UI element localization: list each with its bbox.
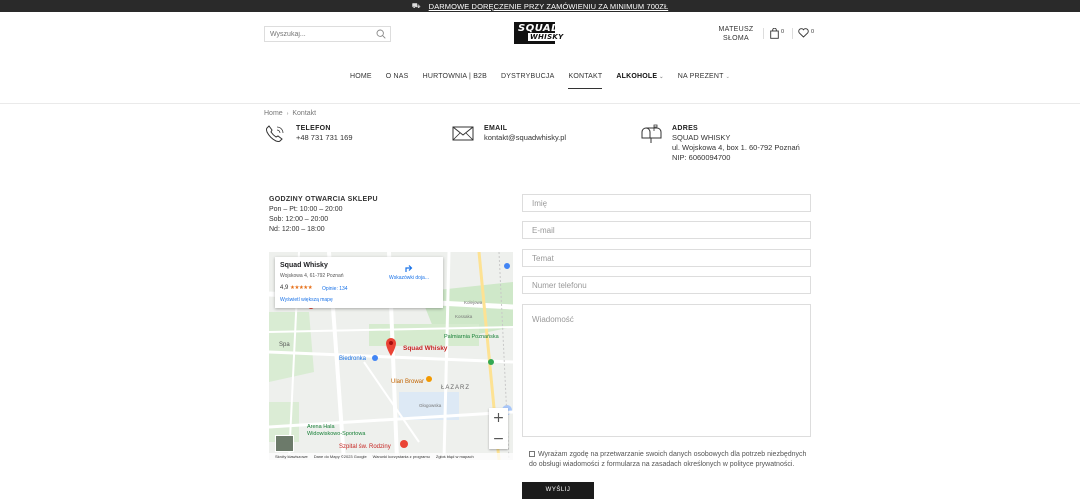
phone-field[interactable]: Numer telefonu — [522, 276, 811, 294]
breadcrumb: Home › Kontakt — [264, 110, 316, 117]
hours-saturday: Sob: 12:00 – 20:00 — [269, 216, 329, 223]
map-footer-terms[interactable]: Warunki korzystania z programu — [373, 454, 430, 459]
chevron-down-icon: ⌄ — [659, 74, 664, 80]
address-nip: NIP: 6060094700 — [672, 153, 731, 162]
heart-icon — [798, 28, 809, 38]
map-pin-label: Squad Whisky — [403, 345, 448, 352]
envelope-icon — [452, 126, 474, 141]
chevron-down-icon: ⌄ — [725, 74, 731, 80]
hours-title: GODZINY OTWARCIA SKLEPU — [269, 196, 378, 203]
user-last-name: SŁOMA — [722, 35, 749, 42]
user-first-name: MATEUSZ — [718, 26, 754, 33]
map-label-szpital: Szpital św. Rodziny — [339, 444, 391, 450]
opening-hours: GODZINY OTWARCIA SKLEPU Pon – Pt: 10:00 … — [269, 195, 378, 235]
header-divider — [0, 103, 1080, 104]
map-footer-shortcuts[interactable]: Skróty klawiszowe — [275, 454, 308, 459]
email-label: EMAIL — [484, 125, 508, 132]
map-footer-data: Dane do Mapy ©2023 Google — [313, 454, 367, 459]
map-bigger-link[interactable]: Wyświetl większą mapę — [280, 297, 333, 303]
cart-count: 0 — [781, 29, 785, 35]
map-label-kolejowa: Kolejowa — [464, 300, 483, 305]
contact-email: EMAIL kontakt@squadwhisky.pl — [452, 124, 566, 144]
contact-phone: TELEFON +48 731 731 169 — [264, 124, 353, 144]
map-label-arena-2: Widowiskowo-Sportowa — [307, 431, 366, 437]
hours-weekdays: Pon – Pt: 10:00 – 20:00 — [269, 206, 343, 213]
map-reviews-link[interactable]: Opinie: 134 — [322, 286, 348, 292]
consent-text: Wyrażam zgodę na przetwarzanie swoich da… — [529, 451, 807, 468]
email-value[interactable]: kontakt@squadwhisky.pl — [484, 133, 566, 143]
breadcrumb-current: Kontakt — [292, 110, 317, 117]
map-label-spa: Spa — [279, 342, 290, 348]
promo-link[interactable]: DARMOWE DORĘCZENIE PRZY ZAMÓWIENIU ZA MI… — [429, 2, 669, 11]
submit-button[interactable]: WYŚLIJ — [522, 482, 594, 499]
zoom-out-button[interactable]: − — [489, 429, 508, 449]
contact-address: ADRES SQUAD WHISKY ul. Wojskowa 4, box 1… — [640, 124, 800, 163]
nav-o-nas[interactable]: O NAS — [386, 70, 409, 89]
zoom-in-button[interactable]: + — [489, 408, 508, 428]
nav-hurtownia[interactable]: HURTOWNIA | B2B — [423, 70, 487, 89]
map-label-arena: Arena Hala — [307, 424, 335, 430]
phone-value[interactable]: +48 731 731 169 — [296, 133, 353, 143]
header-separator — [763, 28, 764, 39]
star-icon: ★★★★★ — [290, 285, 313, 291]
wishlist-count: 0 — [811, 29, 815, 35]
name-field[interactable]: Imię — [522, 194, 811, 212]
map-directions-link[interactable]: Wskazówki doja... — [385, 263, 433, 281]
consent-checkbox[interactable] — [529, 451, 535, 457]
address-line2: ul. Wojskowa 4, box 1. 60-792 Poznań — [672, 143, 800, 152]
nav-kontakt[interactable]: KONTAKT — [568, 70, 603, 89]
consent-row: Wyrażam zgodę na przetwarzanie swoich da… — [529, 450, 814, 470]
nav-home[interactable]: HOME — [350, 70, 372, 89]
map-zoom-controls: + − — [489, 408, 508, 449]
user-account-link[interactable]: MATEUSZ SŁOMA — [716, 25, 756, 43]
directions-icon — [405, 265, 413, 272]
header-separator — [792, 28, 793, 39]
site-logo[interactable]: SQUAD WHISKY — [514, 22, 567, 44]
map-footer: Skróty klawiszowe Dane do Mapy ©2023 Goo… — [269, 453, 513, 460]
search-box — [264, 26, 391, 42]
shopping-bag-icon — [770, 28, 779, 39]
map-place-address: Wojskowa 4, 61-792 Poznań — [280, 273, 344, 279]
breadcrumb-home[interactable]: Home — [264, 110, 283, 117]
nav-na-prezent[interactable]: NA PREZENT ⌄ — [678, 70, 730, 89]
map-label-kossaka: Kossaka — [455, 314, 473, 319]
message-textarea[interactable]: Wiadomość — [522, 304, 811, 437]
map-label-lazarz: ŁAZARZ — [441, 385, 470, 391]
truck-icon: ⛟ — [411, 2, 421, 10]
map-label-ulan: Ulan Browar — [391, 379, 424, 385]
address-line1: SQUAD WHISKY — [672, 133, 731, 142]
map-footer-report[interactable]: Zgłoś błąd w mapach — [436, 454, 474, 459]
nav-dystrybucja[interactable]: DYSTRYBUCJA — [501, 70, 554, 89]
promo-bar: ⛟ DARMOWE DORĘCZENIE PRZY ZAMÓWIENIU ZA … — [0, 0, 1080, 12]
phone-label: TELEFON — [296, 125, 331, 132]
search-input[interactable] — [265, 30, 370, 38]
nav-alkohole[interactable]: ALKOHOLE ⌄ — [616, 70, 663, 89]
main-nav: HOME O NAS HURTOWNIA | B2B DYSTRYBUCJA K… — [0, 70, 1080, 90]
mailbox-icon — [641, 124, 662, 143]
cart-button[interactable]: 0 — [770, 28, 784, 39]
email-field[interactable]: E-mail — [522, 221, 811, 239]
address-label: ADRES — [672, 125, 699, 132]
map-label-palmiarnia: Palmiarnia Poznańska — [444, 334, 500, 340]
search-icon[interactable] — [376, 29, 386, 39]
wishlist-button[interactable]: 0 — [798, 28, 814, 38]
phone-icon — [266, 125, 284, 142]
map-label-biedronka: Biedronka — [339, 356, 367, 362]
hours-sunday: Nd: 12:00 – 18:00 — [269, 226, 325, 233]
map-place-name: Squad Whisky — [280, 262, 328, 269]
subject-field[interactable]: Temat — [522, 249, 811, 267]
breadcrumb-separator-icon: › — [286, 111, 289, 117]
map-place-card: Squad Whisky Wojskowa 4, 61-792 Poznań 4… — [275, 257, 443, 308]
map-rating: 4,9 ★★★★★ — [280, 285, 313, 291]
map-satellite-toggle[interactable] — [275, 435, 294, 452]
map-label-glogowska: Głogowska — [419, 403, 442, 408]
